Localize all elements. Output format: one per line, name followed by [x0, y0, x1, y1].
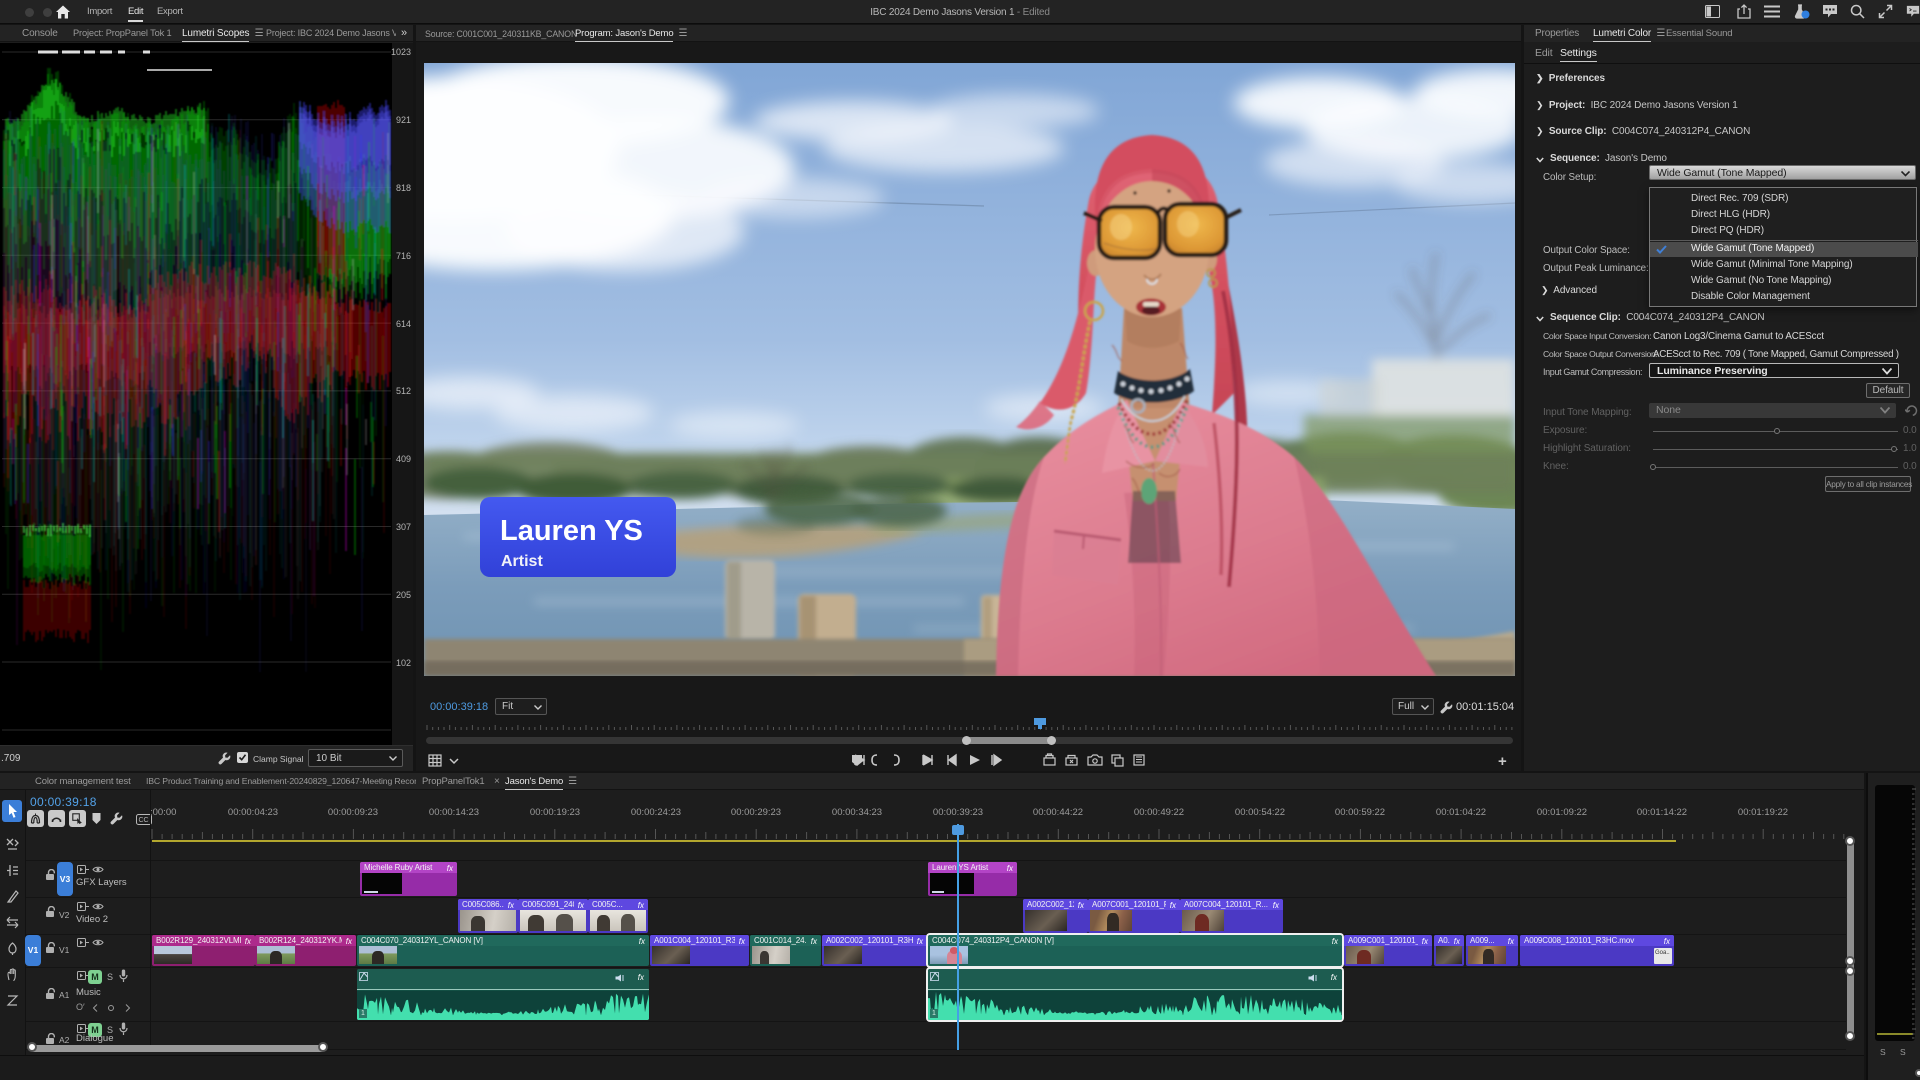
svg-text:00:00:24:23: 00:00:24:23	[631, 807, 681, 818]
svg-text:00:01:04:22: 00:01:04:22	[1436, 807, 1486, 818]
svg-text:00:01:14:22: 00:01:14:22	[1637, 807, 1687, 818]
svg-text:00:00:39:23: 00:00:39:23	[933, 807, 983, 818]
svg-text:00:00:19:23: 00:00:19:23	[530, 807, 580, 818]
svg-text:00:00:44:22: 00:00:44:22	[1033, 807, 1083, 818]
svg-text:CC: CC	[139, 817, 149, 824]
svg-text:00:00:54:22: 00:00:54:22	[1235, 807, 1285, 818]
svg-text:00:00:34:23: 00:00:34:23	[832, 807, 882, 818]
svg-text:00:00:14:23: 00:00:14:23	[429, 807, 479, 818]
svg-text:00:00:59:22: 00:00:59:22	[1335, 807, 1385, 818]
svg-text:00:00:09:23: 00:00:09:23	[328, 807, 378, 818]
svg-text:Lauren YS: Lauren YS	[500, 515, 643, 547]
svg-text:00:01:09:22: 00:01:09:22	[1537, 807, 1587, 818]
svg-text:00:00:49:22: 00:00:49:22	[1134, 807, 1184, 818]
svg-text:00:00:04:23: 00:00:04:23	[228, 807, 278, 818]
svg-text:00:00:29:23: 00:00:29:23	[731, 807, 781, 818]
svg-text:00:01:19:22: 00:01:19:22	[1738, 807, 1788, 818]
svg-text::00:00: :00:00	[150, 807, 176, 818]
svg-text:Artist: Artist	[501, 553, 543, 570]
